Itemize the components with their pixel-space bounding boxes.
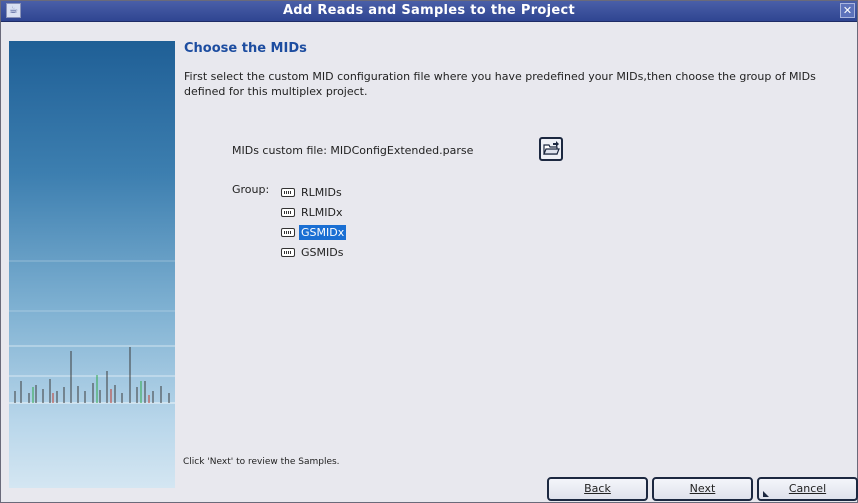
next-button-label: Next [689, 482, 716, 495]
open-file-button[interactable] [539, 137, 563, 161]
tree-item-rlmidx[interactable]: RLMIDx [281, 202, 346, 222]
page-title: Choose the MIDs [184, 41, 307, 56]
tree-item-rlmids[interactable]: RLMIDs [281, 182, 346, 202]
page-description: First select the custom MID configuratio… [184, 70, 816, 98]
tree-item-gsmids[interactable]: GSMIDs [281, 242, 346, 262]
wizard-content: Choose the MIDs First select the custom … [177, 22, 858, 502]
back-button-label: Back [584, 482, 611, 495]
mid-group-icon [281, 187, 295, 197]
wizard-side-image [9, 41, 175, 488]
chromatogram-graphic [9, 260, 175, 404]
close-icon[interactable]: ✕ [840, 3, 855, 18]
window-title: Add Reads and Samples to the Project [282, 3, 576, 18]
next-button[interactable]: Next [652, 477, 753, 501]
mid-group-icon [281, 247, 295, 257]
dialog-window: ☕ Add Reads and Samples to the Project ✕ [0, 0, 858, 503]
mid-group-tree[interactable]: RLMIDs RLMIDx GSMIDx GSMIDs [281, 182, 347, 262]
folder-open-icon [543, 141, 560, 155]
back-button[interactable]: Back [547, 477, 648, 501]
cancel-button-label: Cancel [788, 482, 827, 495]
tree-item-label: GSMIDx [299, 224, 347, 240]
tree-item-label: GSMIDs [301, 245, 344, 259]
cancel-button[interactable]: Cancel [757, 477, 858, 501]
tree-item-label: RLMIDx [301, 205, 343, 219]
tree-item-label: RLMIDs [301, 185, 342, 199]
resize-corner-icon [763, 491, 769, 497]
tree-item-gsmidx[interactable]: GSMIDx [281, 222, 347, 242]
group-label: Group: [232, 183, 270, 196]
mid-group-icon [281, 227, 295, 237]
title-bar[interactable]: ☕ Add Reads and Samples to the Project ✕ [1, 1, 857, 22]
mids-file-label: MIDs custom file: MIDConfigExtended.pars… [232, 144, 474, 157]
next-hint: Click 'Next' to review the Samples. [183, 457, 340, 467]
mid-group-icon [281, 207, 295, 217]
